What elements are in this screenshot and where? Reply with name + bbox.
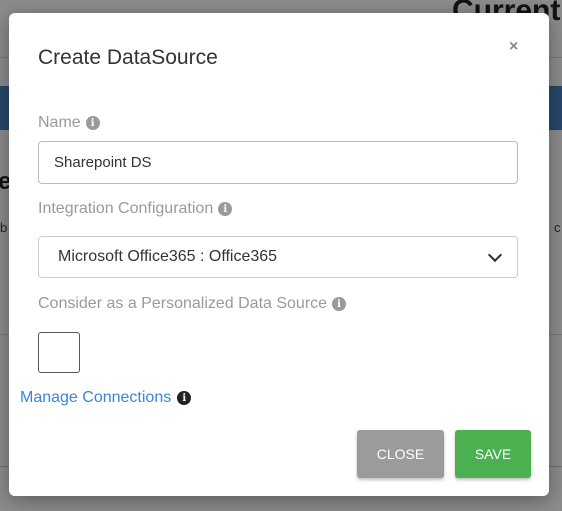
info-icon[interactable]: i <box>332 297 347 311</box>
manage-connections-link-text[interactable]: Manage Connections <box>20 389 171 407</box>
name-input[interactable] <box>38 141 518 184</box>
integration-configuration-selected-value: Microsoft Office365 : Office365 <box>58 248 278 265</box>
close-icon[interactable]: × <box>509 38 518 56</box>
personalized-data-source-label-text: Consider as a Personalized Data Source <box>38 295 328 312</box>
create-datasource-modal: Create DataSource × Name i Integration C… <box>9 13 549 496</box>
info-icon[interactable]: i <box>218 202 233 216</box>
integration-configuration-select[interactable]: Microsoft Office365 : Office365 <box>38 236 518 278</box>
personalized-data-source-label: Consider as a Personalized Data Source i <box>38 295 347 313</box>
name-label: Name i <box>38 114 100 132</box>
integration-configuration-label: Integration Configuration i <box>38 200 233 218</box>
integration-configuration-label-text: Integration Configuration <box>38 200 214 217</box>
personalized-data-source-checkbox[interactable] <box>38 332 80 373</box>
info-icon[interactable]: i <box>85 116 100 130</box>
info-icon[interactable]: i <box>177 391 192 405</box>
manage-connections-link[interactable]: Manage Connections i <box>20 389 192 407</box>
chevron-down-icon <box>487 247 503 262</box>
modal-title: Create DataSource <box>38 46 218 69</box>
save-button[interactable]: SAVE <box>455 430 531 478</box>
close-button[interactable]: CLOSE <box>357 430 444 478</box>
name-label-text: Name <box>38 114 81 131</box>
